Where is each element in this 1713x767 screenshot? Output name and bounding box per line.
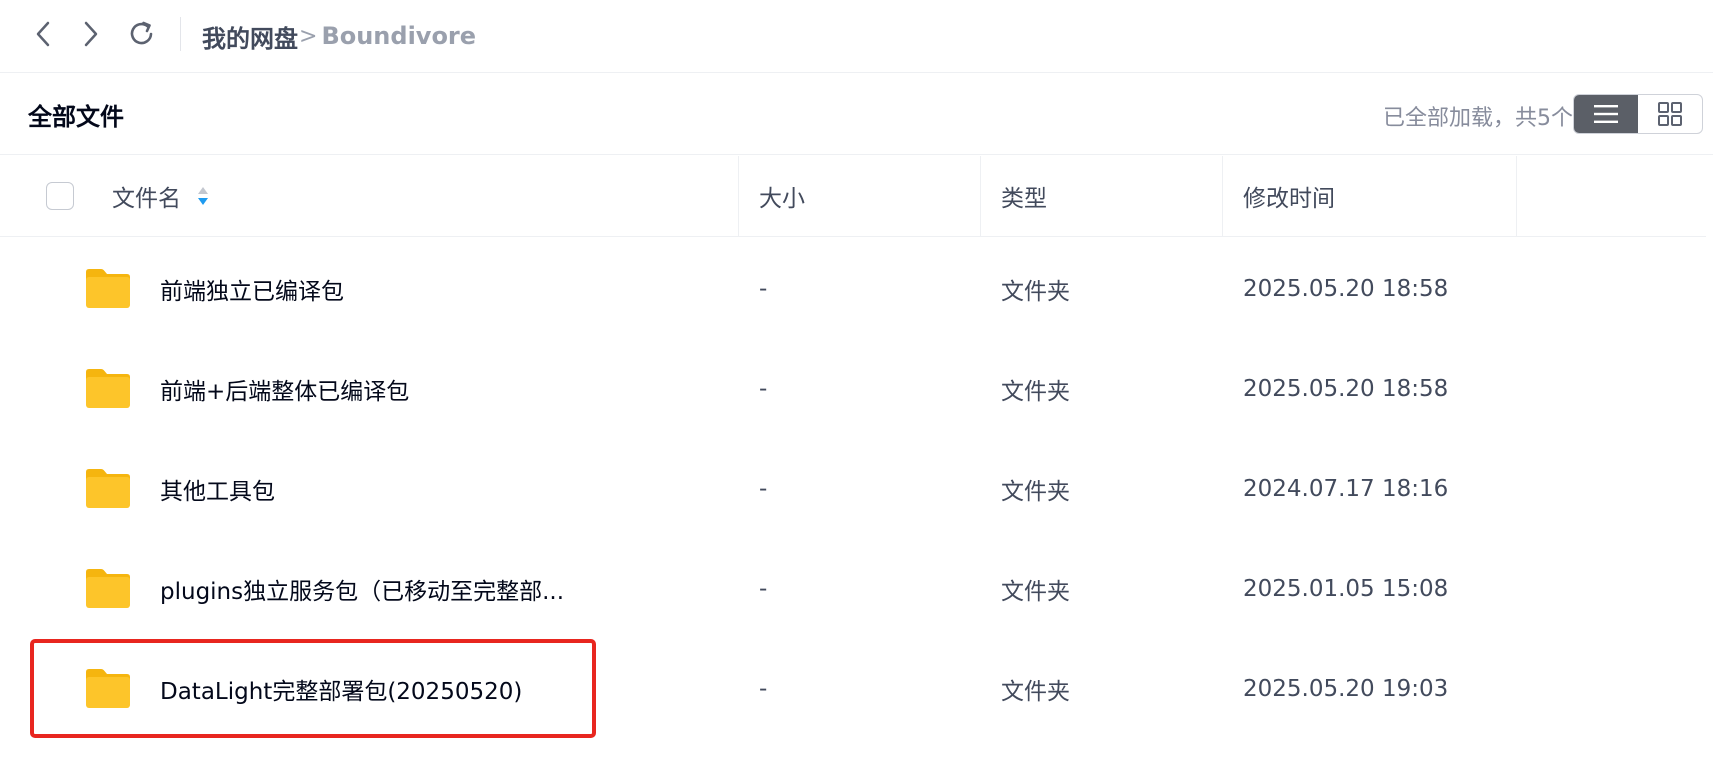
- table-row[interactable]: 其他工具包 - 文件夹 2024.07.17 18:16: [0, 439, 1706, 539]
- back-button[interactable]: [26, 16, 62, 52]
- column-header-type[interactable]: 类型: [1001, 156, 1047, 236]
- file-size: -: [759, 576, 768, 602]
- top-nav-bar: 我的网盘 > Boundivore: [0, 0, 1713, 73]
- file-name: plugins独立服务包（已移动至完整部...: [160, 579, 565, 605]
- breadcrumb-separator: >: [299, 23, 318, 49]
- file-name: 前端+后端整体已编译包: [160, 379, 410, 405]
- column-header-size[interactable]: 大小: [759, 156, 805, 236]
- breadcrumb: 我的网盘 > Boundivore: [202, 19, 476, 53]
- list-view-button[interactable]: [1574, 95, 1638, 133]
- file-modified: 2025.05.20 18:58: [1243, 276, 1449, 302]
- file-list-header: 全部文件 已全部加载，共5个: [0, 73, 1713, 155]
- file-type: 文件夹: [1001, 479, 1070, 505]
- grid-view-button[interactable]: [1638, 95, 1702, 133]
- file-type: 文件夹: [1001, 579, 1070, 605]
- table-row[interactable]: 前端独立已编译包 - 文件夹 2025.05.20 18:58: [0, 239, 1706, 339]
- view-mode-switch: [1573, 94, 1703, 134]
- file-modified: 2025.05.20 19:03: [1243, 676, 1449, 702]
- file-modified: 2024.07.17 18:16: [1243, 476, 1449, 502]
- file-modified: 2025.01.05 15:08: [1243, 576, 1449, 602]
- file-size: -: [759, 676, 768, 702]
- forward-button[interactable]: [72, 16, 108, 52]
- file-modified: 2025.05.20 18:58: [1243, 376, 1449, 402]
- table-row[interactable]: DataLight完整部署包(20250520) - 文件夹 2025.05.2…: [0, 639, 1706, 739]
- file-name: DataLight完整部署包(20250520): [160, 679, 523, 705]
- file-name: 其他工具包: [160, 479, 275, 505]
- column-header-name[interactable]: 文件名: [112, 156, 209, 236]
- table-row[interactable]: 前端+后端整体已编译包 - 文件夹 2025.05.20 18:58: [0, 339, 1706, 439]
- refresh-icon: [130, 21, 153, 45]
- folder-icon: [86, 569, 130, 608]
- page-title: 全部文件: [28, 103, 124, 131]
- file-type: 文件夹: [1001, 679, 1070, 705]
- chevron-right-icon: [84, 21, 98, 47]
- folder-icon: [86, 369, 130, 408]
- table-header: 文件名 大小 类型 修改时间: [0, 156, 1706, 237]
- list-view-icon: [1594, 105, 1618, 123]
- select-all-checkbox[interactable]: [46, 182, 74, 210]
- folder-icon: [86, 269, 130, 308]
- folder-icon: [86, 469, 130, 508]
- column-name-label: 文件名: [112, 186, 181, 212]
- file-type: 文件夹: [1001, 279, 1070, 305]
- refresh-button[interactable]: [124, 16, 160, 52]
- file-size: -: [759, 476, 768, 502]
- file-size: -: [759, 376, 768, 402]
- file-size: -: [759, 276, 768, 302]
- file-count-text: 已全部加载，共5个: [1383, 106, 1573, 131]
- folder-icon: [86, 669, 130, 708]
- table-row[interactable]: plugins独立服务包（已移动至完整部... - 文件夹 2025.01.05…: [0, 539, 1706, 639]
- nav-divider: [180, 17, 181, 51]
- breadcrumb-root[interactable]: 我的网盘: [202, 19, 298, 54]
- file-name: 前端独立已编译包: [160, 279, 344, 305]
- column-header-modified[interactable]: 修改时间: [1243, 156, 1335, 236]
- column-divider[interactable]: [980, 156, 981, 236]
- file-type: 文件夹: [1001, 379, 1070, 405]
- grid-view-icon: [1658, 102, 1682, 126]
- breadcrumb-current: Boundivore: [321, 22, 477, 50]
- column-divider[interactable]: [1516, 156, 1517, 236]
- column-divider[interactable]: [738, 156, 739, 236]
- chevron-left-icon: [36, 21, 50, 47]
- column-divider[interactable]: [1222, 156, 1223, 236]
- sort-icon[interactable]: [197, 185, 209, 207]
